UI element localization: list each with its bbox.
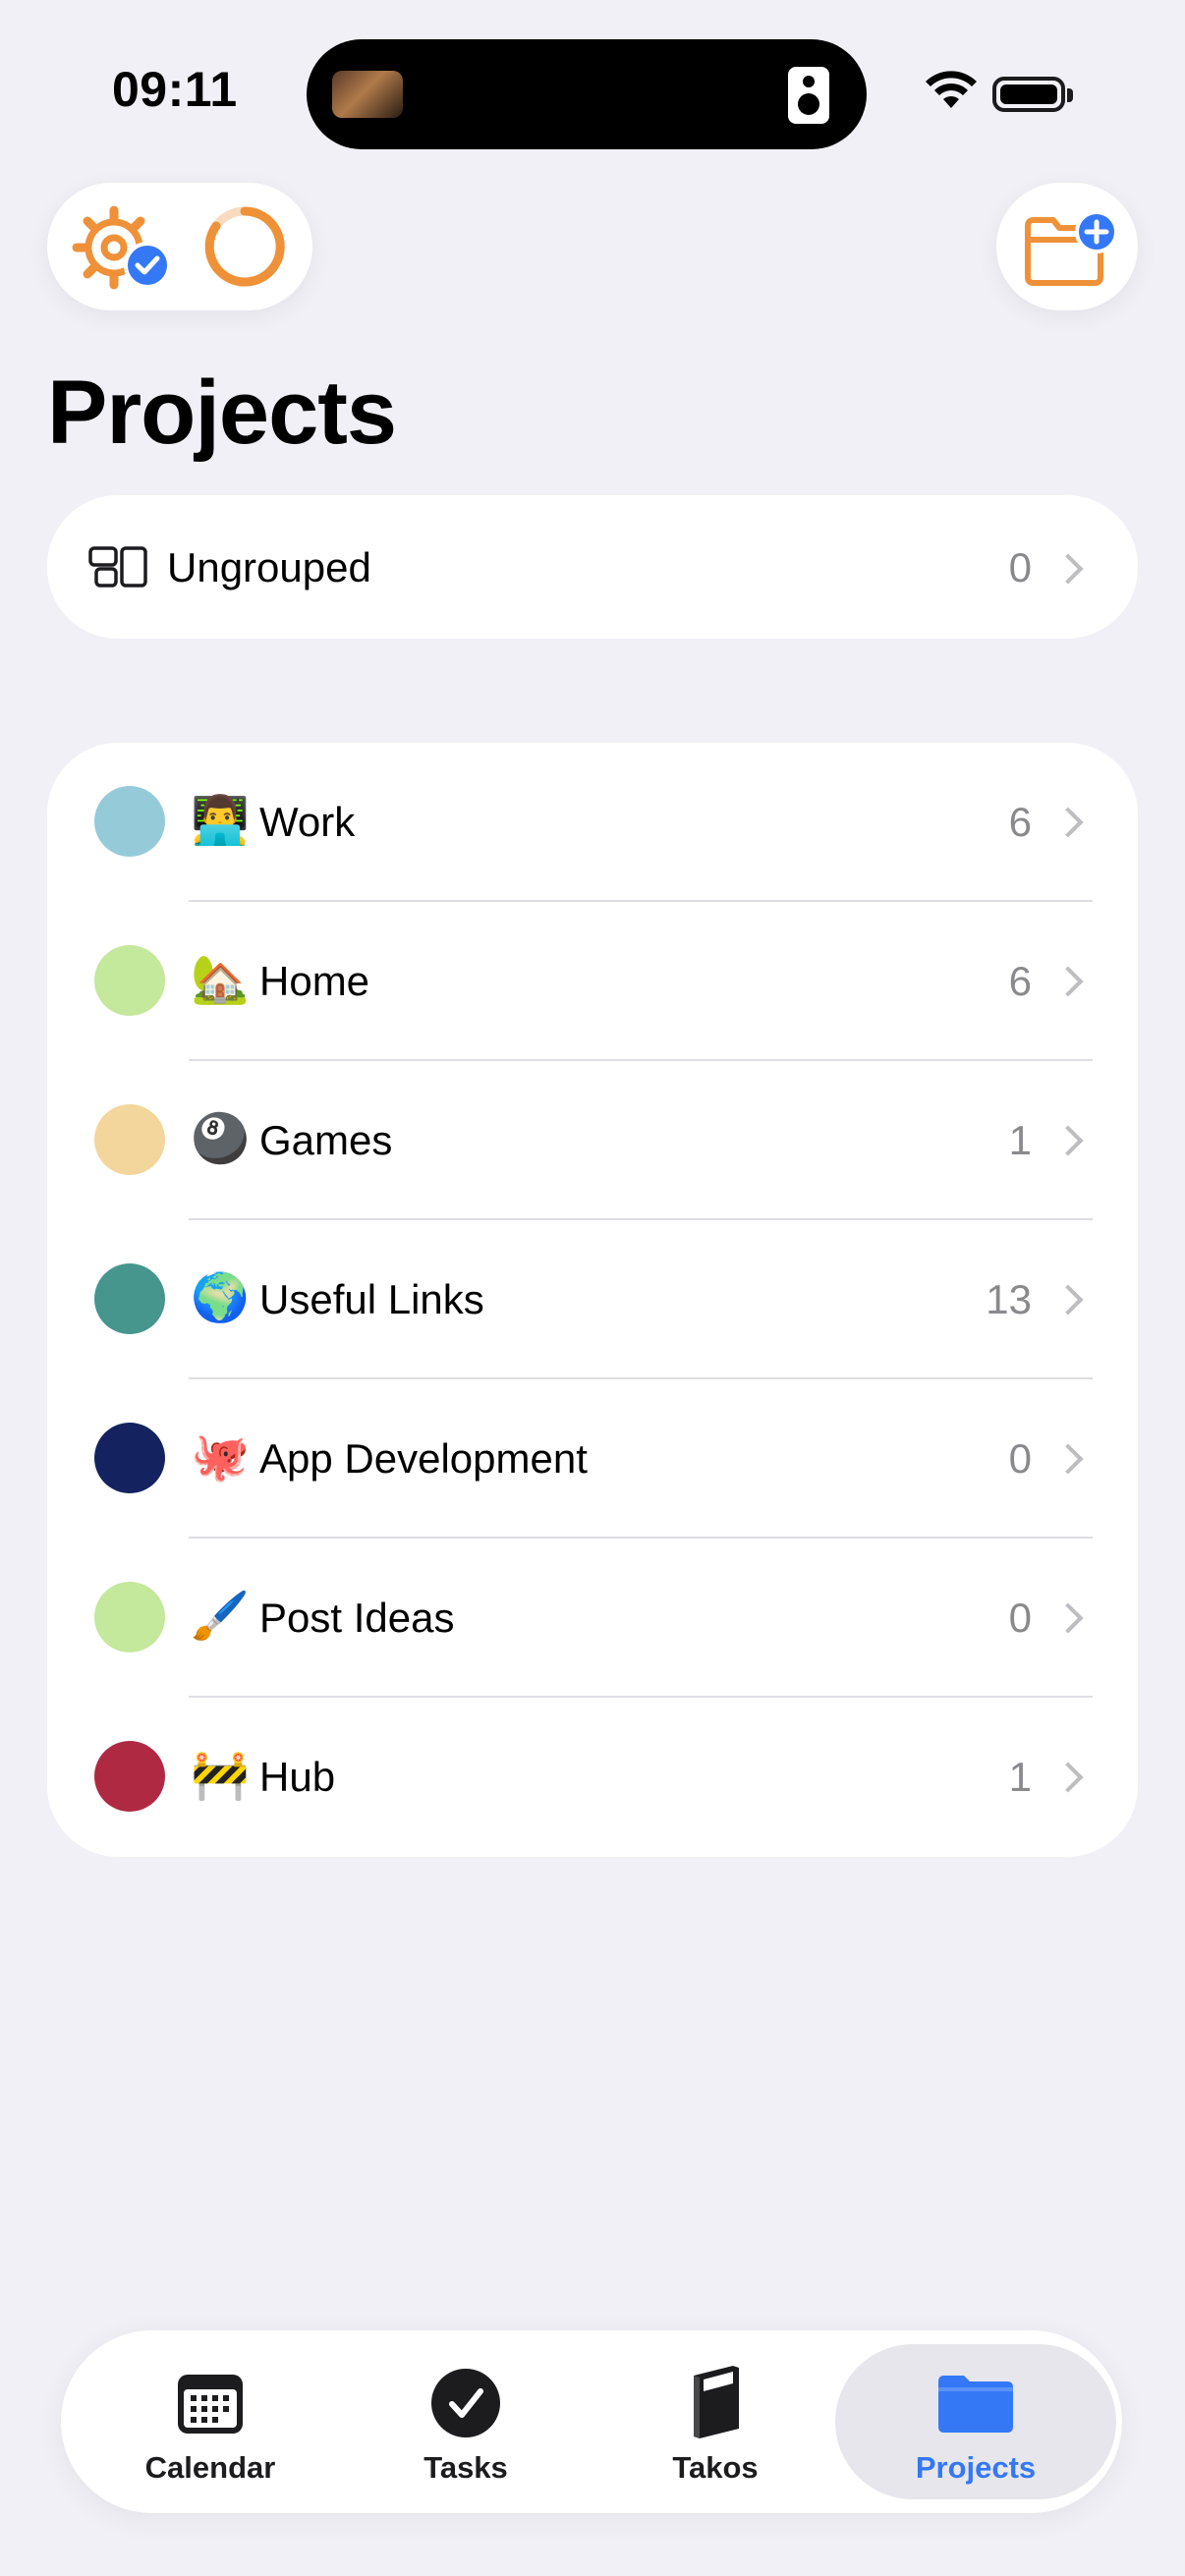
tab-takos[interactable]: Takos bbox=[588, 2330, 843, 2513]
book-icon bbox=[694, 2366, 739, 2438]
project-name: Home bbox=[259, 958, 370, 1004]
chevron-right-icon bbox=[1052, 1125, 1084, 1156]
project-name: Games bbox=[259, 1117, 393, 1163]
project-color-dot bbox=[94, 1104, 165, 1175]
project-emoji: 🖌️ bbox=[191, 1589, 250, 1644]
project-row-home[interactable]: 🏡 Home 6 bbox=[47, 902, 1138, 1061]
project-emoji: 🎱 bbox=[191, 1111, 250, 1166]
ungrouped-row[interactable]: Ungrouped 0 bbox=[47, 495, 1138, 639]
checkmark-circle-icon bbox=[431, 2369, 500, 2437]
tab-calendar[interactable]: Calendar bbox=[83, 2330, 338, 2513]
now-playing-artwork bbox=[332, 71, 403, 118]
project-row-post-ideas[interactable]: 🖌️ Post Ideas 0 bbox=[47, 1539, 1138, 1698]
tab-label: Tasks bbox=[423, 2450, 508, 2485]
dynamic-island[interactable] bbox=[307, 39, 867, 149]
project-count: 13 bbox=[986, 1276, 1032, 1322]
project-color-dot bbox=[94, 1582, 165, 1652]
project-count: 1 bbox=[1008, 1754, 1032, 1800]
project-color-dot bbox=[94, 786, 165, 857]
project-count: 0 bbox=[1008, 1595, 1032, 1641]
settings-gear-icon[interactable] bbox=[69, 202, 177, 293]
project-emoji: 🚧 bbox=[191, 1748, 250, 1803]
page-title: Projects bbox=[47, 363, 397, 463]
project-name: Useful Links bbox=[259, 1276, 484, 1322]
top-left-controls bbox=[47, 183, 312, 310]
project-color-dot bbox=[94, 1263, 165, 1334]
chevron-right-icon bbox=[1052, 1762, 1084, 1793]
project-name: Work bbox=[259, 799, 356, 845]
progress-ring-icon[interactable] bbox=[202, 204, 287, 289]
project-emoji: 👨‍💻 bbox=[191, 793, 250, 848]
wifi-icon bbox=[926, 71, 977, 108]
project-emoji: 🌍 bbox=[191, 1270, 250, 1325]
project-row-games[interactable]: 🎱 Games 1 bbox=[47, 1061, 1138, 1220]
tab-label: Takos bbox=[672, 2450, 759, 2485]
chevron-right-icon bbox=[1052, 1602, 1084, 1634]
chevron-right-icon bbox=[1052, 807, 1084, 838]
tab-label: Calendar bbox=[144, 2450, 276, 2485]
project-name: Post Ideas bbox=[259, 1595, 455, 1641]
folder-plus-icon bbox=[1025, 212, 1116, 286]
battery-icon bbox=[992, 77, 1065, 112]
ungrouped-icon bbox=[88, 546, 147, 588]
project-color-dot bbox=[94, 1423, 165, 1493]
project-row-work[interactable]: 👨‍💻 Work 6 bbox=[47, 743, 1138, 902]
chevron-right-icon bbox=[1052, 1443, 1084, 1475]
tab-label: Projects bbox=[915, 2450, 1037, 2485]
project-color-dot bbox=[94, 945, 165, 1016]
project-count: 1 bbox=[1008, 1117, 1032, 1163]
battery-tip bbox=[1067, 88, 1073, 102]
calendar-icon bbox=[178, 2375, 243, 2434]
project-name: Hub bbox=[259, 1754, 336, 1800]
chevron-right-icon bbox=[1052, 966, 1084, 997]
tab-tasks[interactable]: Tasks bbox=[338, 2330, 593, 2513]
project-color-dot bbox=[94, 1741, 165, 1812]
tab-projects[interactable]: Projects bbox=[829, 2330, 1122, 2513]
project-list: 👨‍💻 Work 6 🏡 Home 6 🎱 Games 1 🌍 Useful L… bbox=[47, 743, 1138, 1857]
project-name: App Development bbox=[259, 1435, 588, 1482]
tab-bar: Calendar Tasks Takos Projects bbox=[61, 2330, 1122, 2513]
ungrouped-label: Ungrouped bbox=[167, 544, 371, 590]
project-count: 6 bbox=[1008, 958, 1032, 1004]
ungrouped-count: 0 bbox=[1008, 544, 1032, 590]
project-row-hub[interactable]: 🚧 Hub 1 bbox=[47, 1698, 1138, 1857]
chevron-right-icon bbox=[1052, 1284, 1084, 1316]
status-time: 09:11 bbox=[112, 62, 238, 117]
project-emoji: 🐙 bbox=[191, 1429, 250, 1484]
folder-icon bbox=[938, 2376, 1013, 2433]
project-count: 0 bbox=[1008, 1435, 1032, 1482]
project-row-useful-links[interactable]: 🌍 Useful Links 13 bbox=[47, 1220, 1138, 1379]
speaker-icon bbox=[788, 67, 829, 124]
new-project-button[interactable] bbox=[996, 183, 1138, 310]
project-emoji: 🏡 bbox=[191, 952, 250, 1007]
project-count: 6 bbox=[1008, 799, 1032, 845]
chevron-right-icon bbox=[1052, 553, 1084, 585]
project-row-app-development[interactable]: 🐙 App Development 0 bbox=[47, 1379, 1138, 1539]
